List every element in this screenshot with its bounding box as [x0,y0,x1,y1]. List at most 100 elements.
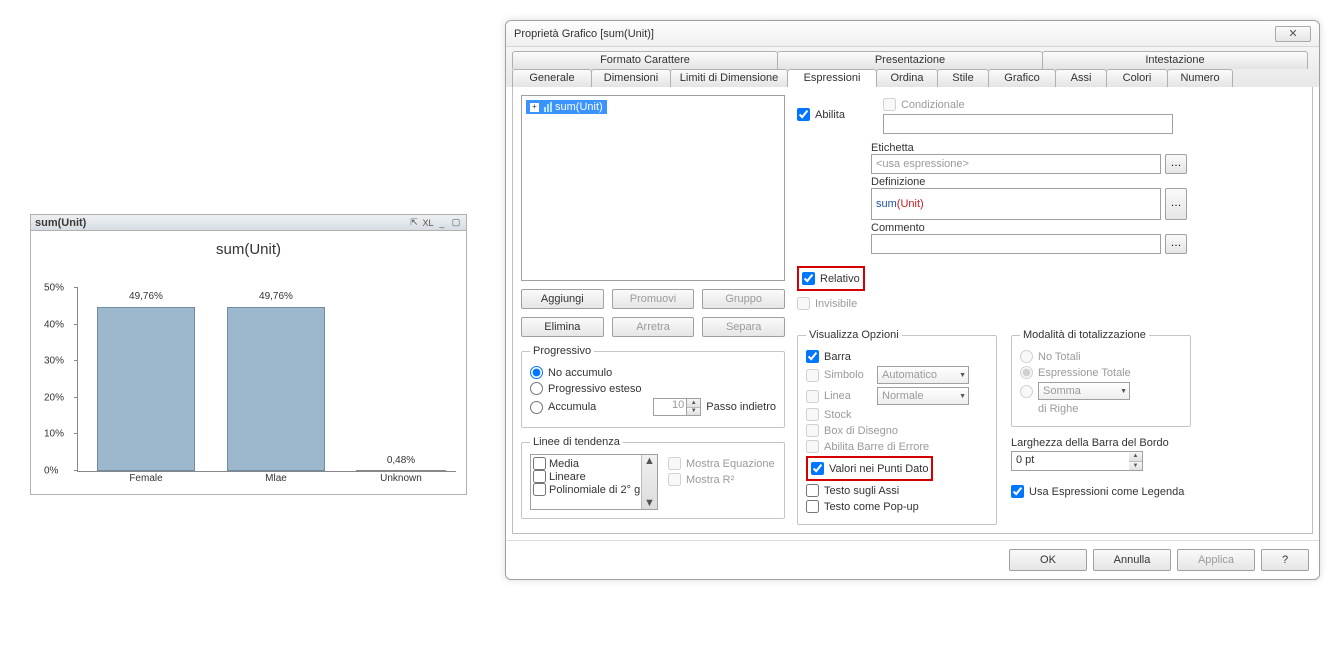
y-tick: 0% [44,466,58,477]
progressivo-esteso-radio[interactable] [530,382,543,395]
mostra-equazione-checkbox[interactable] [668,457,681,470]
chart-title: sum(Unit) [41,241,456,258]
relativo-checkbox[interactable] [802,272,815,285]
condizionale-input[interactable] [883,114,1173,134]
mostra-r2-checkbox[interactable] [668,473,681,486]
bar-value-label: 49,76% [96,291,196,302]
commento-edit-button[interactable]: … [1165,234,1187,254]
xl-icon[interactable]: XL [422,217,434,229]
somma-radio[interactable] [1020,385,1033,398]
bar-chart-icon [544,102,552,112]
aggiungi-button[interactable]: Aggiungi [521,289,604,309]
larghezza-barra-input[interactable]: 0 pt [1011,451,1129,471]
etichetta-edit-button[interactable]: … [1165,154,1187,174]
tab-intestazione[interactable]: Intestazione [1042,51,1308,69]
condizionale-checkbox[interactable] [883,98,896,111]
invisibile-checkbox[interactable] [797,297,810,310]
espressione-totale-radio[interactable] [1020,366,1033,379]
box-disegno-checkbox[interactable] [806,424,819,437]
stock-checkbox[interactable] [806,408,819,421]
definizione-input[interactable]: sum(Unit) [871,188,1161,220]
linea-select[interactable]: Normale▼ [877,387,969,405]
somma-select[interactable]: Somma▼ [1038,382,1130,400]
y-tick: 20% [44,392,64,403]
linea-checkbox[interactable] [806,390,819,403]
passo-indietro-spinner[interactable]: ▲▼ [687,398,701,416]
no-totali-radio[interactable] [1020,350,1033,363]
tab-dimensioni[interactable]: Dimensioni [591,69,671,87]
promuovi-button[interactable]: Promuovi [612,289,695,309]
definizione-edit-button[interactable]: … [1165,188,1187,220]
tab-ordina[interactable]: Ordina [876,69,938,87]
trend-list[interactable]: Media Lineare Polinomiale di 2° gra ▲▼ [530,454,658,510]
separa-button[interactable]: Separa [702,317,785,337]
bar[interactable]: 49,76% Mlae [226,307,326,471]
tab-formato-carattere[interactable]: Formato Carattere [512,51,778,69]
y-tick: 30% [44,356,64,367]
accumula-radio[interactable] [530,401,543,414]
tab-grafico[interactable]: Grafico [988,69,1056,87]
etichetta-input[interactable]: <usa espressione> [871,154,1161,174]
y-tick: 10% [44,429,64,440]
x-tick-label: Unknown [356,473,446,484]
bar-value-label: 49,76% [226,291,326,302]
tab-limiti-dimensione[interactable]: Limiti di Dimensione [670,69,788,87]
help-button[interactable]: ? [1261,549,1309,571]
bar-value-label: 0,48% [356,455,446,466]
testo-popup-checkbox[interactable] [806,500,819,513]
no-accumulo-radio[interactable] [530,366,543,379]
simbolo-checkbox[interactable] [806,369,819,382]
tab-espressioni[interactable]: Espressioni [787,69,877,87]
applica-button[interactable]: Applica [1177,549,1255,571]
definizione-label: Definizione [871,176,1304,188]
ok-button[interactable]: OK [1009,549,1087,571]
larghezza-barra-spinner[interactable]: ▲▼ [1129,451,1143,471]
y-tick: 40% [44,319,64,330]
modalita-totalizzazione-group: Modalità di totalizzazione No Totali Esp… [1011,329,1191,427]
detach-icon[interactable]: ⇱ [408,217,420,229]
expression-tree-item-label: sum(Unit) [555,101,603,113]
chart-window: sum(Unit) ⇱ XL _ ▢ sum(Unit) 0% 10% 20% … [30,214,467,495]
trend-lineare-checkbox[interactable] [533,470,546,483]
dialog-title: Proprietà Grafico [sum(Unit)] [514,28,654,40]
properties-dialog: Proprietà Grafico [sum(Unit)] ✕ Formato … [505,20,1320,580]
expression-tree-item: + sum(Unit) [526,100,607,114]
gruppo-button[interactable]: Gruppo [702,289,785,309]
etichetta-label: Etichetta [871,142,1304,154]
tab-colori[interactable]: Colori [1106,69,1168,87]
commento-input[interactable] [871,234,1161,254]
minimize-icon[interactable]: _ [436,217,448,229]
bar[interactable]: 49,76% Female [96,307,196,471]
tab-numero[interactable]: Numero [1167,69,1233,87]
close-icon[interactable]: ✕ [1275,26,1311,42]
expand-icon[interactable]: + [530,103,539,112]
progressivo-legend: Progressivo [530,345,594,357]
expression-tree[interactable]: + sum(Unit) [521,95,785,281]
elimina-button[interactable]: Elimina [521,317,604,337]
commento-label: Commento [871,222,1304,234]
tab-stile[interactable]: Stile [937,69,989,87]
barra-checkbox[interactable] [806,350,819,363]
chart-toolbar[interactable]: sum(Unit) ⇱ XL _ ▢ [31,215,466,231]
tab-generale[interactable]: Generale [512,69,592,87]
valori-punti-dato-checkbox[interactable] [811,462,824,475]
usa-espressioni-legenda-checkbox[interactable] [1011,485,1024,498]
maximize-icon[interactable]: ▢ [450,217,462,229]
trend-media-checkbox[interactable] [533,457,546,470]
chart-plot: 0% 10% 20% 30% 40% 50% 49,76% Female 49,… [77,288,456,472]
tab-assi[interactable]: Assi [1055,69,1107,87]
trend-polinomiale-checkbox[interactable] [533,483,546,496]
visualizza-opzioni-group: Visualizza Opzioni Barra SimboloAutomati… [797,329,997,525]
dialog-titlebar[interactable]: Proprietà Grafico [sum(Unit)] ✕ [506,21,1319,47]
passo-indietro-input[interactable]: 10 [653,398,687,416]
tab-presentazione[interactable]: Presentazione [777,51,1043,69]
testo-assi-checkbox[interactable] [806,484,819,497]
abilita-checkbox[interactable] [797,108,810,121]
simbolo-select[interactable]: Automatico▼ [877,366,969,384]
arretra-button[interactable]: Arretra [612,317,695,337]
barre-errore-checkbox[interactable] [806,440,819,453]
linee-tendenza-legend: Linee di tendenza [530,436,623,448]
progressivo-group: Progressivo No accumulo Progressivo este… [521,345,785,428]
annulla-button[interactable]: Annulla [1093,549,1171,571]
scrollbar[interactable]: ▲▼ [641,455,657,509]
